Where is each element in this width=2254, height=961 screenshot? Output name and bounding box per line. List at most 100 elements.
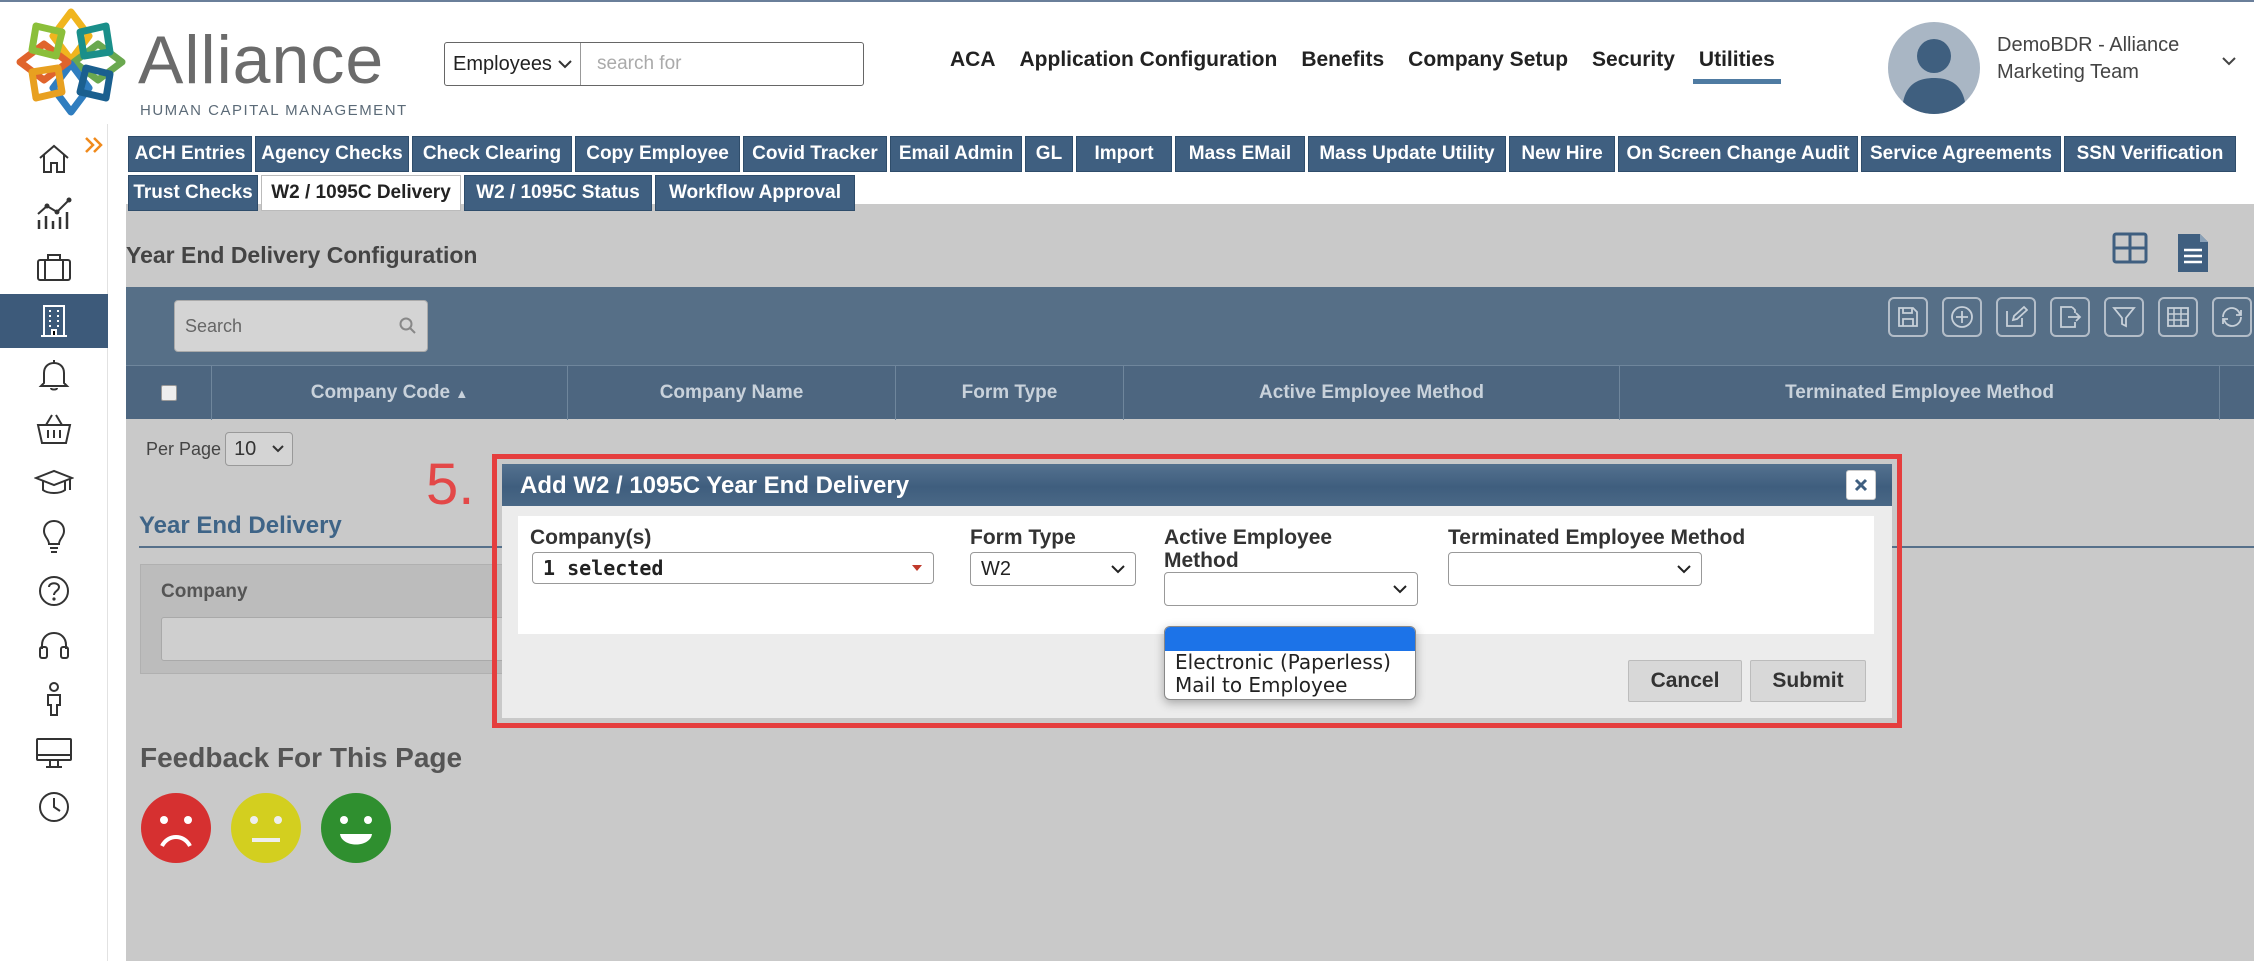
- tab-on-screen-change-audit[interactable]: On Screen Change Audit: [1618, 136, 1858, 172]
- select-all-checkbox[interactable]: [160, 385, 177, 401]
- chevron-down-icon[interactable]: [2222, 56, 2236, 66]
- tab-w2-1095c-delivery[interactable]: W2 / 1095C Delivery: [261, 175, 461, 211]
- sidebar-item-company[interactable]: [0, 294, 108, 348]
- logo-subtitle: HUMAN CAPITAL MANAGEMENT: [140, 102, 408, 119]
- per-page-value: 10: [234, 437, 257, 460]
- companies-multiselect[interactable]: 1 selected: [532, 552, 934, 584]
- tab-covid-tracker[interactable]: Covid Tracker: [743, 136, 887, 172]
- dialog-title: Add W2 / 1095C Year End Delivery: [520, 472, 910, 499]
- tab-service-agreements[interactable]: Service Agreements: [1861, 136, 2061, 172]
- add-button[interactable]: [1942, 297, 1982, 337]
- per-page-select[interactable]: 10: [225, 432, 294, 466]
- company-filter-input[interactable]: [161, 617, 541, 661]
- tab-trust-checks[interactable]: Trust Checks: [128, 175, 258, 211]
- column-company-name[interactable]: Company Name: [568, 366, 896, 420]
- search-input[interactable]: [581, 43, 863, 85]
- sort-asc-icon: ▲: [455, 385, 469, 401]
- tab-new-hire[interactable]: New Hire: [1509, 136, 1615, 172]
- graduation-cap-icon: [34, 469, 74, 494]
- columns-button[interactable]: [2158, 297, 2198, 337]
- tab-workflow-approval[interactable]: Workflow Approval: [655, 175, 855, 211]
- sidebar-item-desktop[interactable]: [0, 726, 108, 780]
- grid-view-icon[interactable]: [2112, 232, 2148, 264]
- step-number: 5.: [426, 452, 475, 517]
- column-form-type[interactable]: Form Type: [896, 366, 1124, 420]
- page-title: Year End Delivery Configuration: [126, 242, 478, 268]
- tab-ssn-verification[interactable]: SSN Verification: [2064, 136, 2236, 172]
- help-icon: [39, 576, 69, 606]
- save-button[interactable]: [1888, 297, 1928, 337]
- search-scope-select[interactable]: Employees: [445, 43, 581, 85]
- sidebar-item-store[interactable]: [0, 402, 108, 456]
- column-terminated-employee-method[interactable]: Terminated Employee Method: [1620, 366, 2220, 420]
- global-search: Employees: [444, 42, 864, 86]
- sidebar-item-help[interactable]: [0, 564, 108, 618]
- export-button[interactable]: [2050, 297, 2090, 337]
- sidebar-item-notifications[interactable]: [0, 348, 108, 402]
- grid-search-input[interactable]: Search: [174, 300, 428, 352]
- home-icon: [39, 144, 69, 173]
- form-type-select[interactable]: W2: [970, 552, 1136, 586]
- filter-button[interactable]: [2104, 297, 2144, 337]
- sidebar-item-ideas[interactable]: [0, 510, 108, 564]
- save-icon: [1898, 307, 1918, 327]
- avatar[interactable]: [1888, 22, 1980, 114]
- company-filter-label: Company: [161, 581, 248, 602]
- column-active-employee-method[interactable]: Active Employee Method: [1124, 366, 1620, 420]
- refresh-button[interactable]: [2212, 297, 2252, 337]
- submit-button[interactable]: Submit: [1750, 660, 1866, 702]
- option-mail[interactable]: Mail to Employee: [1165, 674, 1415, 697]
- sidebar-item-people[interactable]: [0, 672, 108, 726]
- terminated-method-select[interactable]: [1448, 552, 1702, 586]
- tab-check-clearing[interactable]: Check Clearing: [412, 136, 572, 172]
- per-page-control: Per Page 10: [146, 432, 294, 466]
- option-blank[interactable]: [1165, 627, 1415, 651]
- grid-panel: Search Company Code ▲ Company Name Form …: [126, 287, 2254, 420]
- refresh-icon: [2222, 307, 2242, 327]
- sidebar-item-training[interactable]: [0, 456, 108, 510]
- tab-email-admin[interactable]: Email Admin: [890, 136, 1022, 172]
- user-menu[interactable]: DemoBDR - Alliance Marketing Team: [1888, 22, 2238, 116]
- sad-face-icon[interactable]: [140, 792, 212, 864]
- document-icon[interactable]: [2176, 232, 2210, 274]
- tab-ach-entries[interactable]: ACH Entries: [128, 136, 252, 172]
- nav-benefits[interactable]: Benefits: [1301, 48, 1384, 72]
- monitor-icon: [36, 738, 72, 768]
- tab-copy-employee[interactable]: Copy Employee: [575, 136, 740, 172]
- headset-icon: [39, 631, 69, 659]
- option-electronic[interactable]: Electronic (Paperless): [1165, 651, 1415, 674]
- nav-application-configuration[interactable]: Application Configuration: [1020, 48, 1278, 72]
- chevron-down-icon: [558, 60, 572, 69]
- tab-mass-update-utility[interactable]: Mass Update Utility: [1308, 136, 1506, 172]
- nav-security[interactable]: Security: [1592, 48, 1675, 72]
- close-button[interactable]: [1846, 470, 1876, 500]
- select-all-cell: [126, 366, 212, 420]
- active-method-select[interactable]: [1164, 572, 1418, 606]
- tab-agency-checks[interactable]: Agency Checks: [255, 136, 409, 172]
- sidebar-item-home[interactable]: [0, 132, 108, 186]
- happy-face-icon[interactable]: [320, 792, 392, 864]
- tab-w2-1095c-status[interactable]: W2 / 1095C Status: [464, 175, 652, 211]
- briefcase-icon: [37, 254, 71, 281]
- sidebar-item-support[interactable]: [0, 618, 108, 672]
- cancel-button[interactable]: Cancel: [1628, 660, 1742, 702]
- column-company-code[interactable]: Company Code ▲: [212, 366, 568, 420]
- neutral-face-icon[interactable]: [230, 792, 302, 864]
- nav-aca[interactable]: ACA: [950, 48, 996, 72]
- main-nav: ACA Application Configuration Benefits C…: [950, 48, 1799, 84]
- clock-icon: [39, 792, 69, 822]
- edit-button[interactable]: [1996, 297, 2036, 337]
- sidebar-item-history[interactable]: [0, 780, 108, 834]
- grid-header-row: Company Code ▲ Company Name Form Type Ac…: [126, 365, 2254, 420]
- active-method-label-line1: Active Employee: [1164, 526, 1333, 549]
- search-icon: [399, 317, 416, 334]
- tab-gl[interactable]: GL: [1025, 136, 1073, 172]
- nav-company-setup[interactable]: Company Setup: [1408, 48, 1568, 72]
- companies-value: 1 selected: [543, 556, 664, 580]
- sidebar-item-analytics[interactable]: [0, 186, 108, 240]
- nav-utilities[interactable]: Utilities: [1692, 48, 1781, 84]
- tab-import[interactable]: Import: [1076, 136, 1172, 172]
- tab-mass-email[interactable]: Mass EMail: [1175, 136, 1305, 172]
- alliance-logo[interactable]: Alliance HUMAN CAPITAL MANAGEMENT: [14, 6, 406, 119]
- sidebar-item-jobs[interactable]: [0, 240, 108, 294]
